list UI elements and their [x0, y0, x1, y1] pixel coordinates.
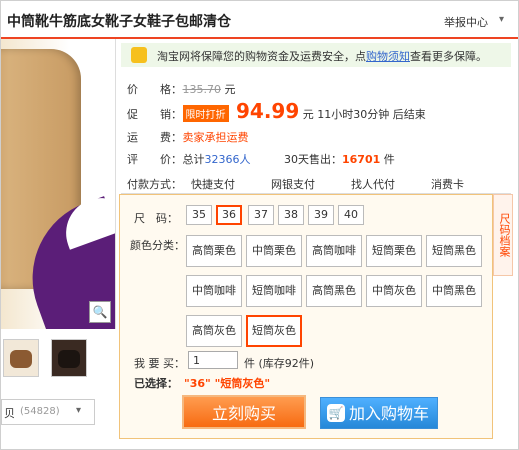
color-option-selected[interactable]: 短筒灰色 [246, 315, 302, 347]
guarantee-prefix: 淘宝网将保障您的购物资金及运费安全，点 [157, 50, 366, 63]
price-row: 价 格： 135.70 元 [127, 81, 236, 97]
reviews-count[interactable]: 32366人 [205, 153, 251, 166]
thumbnail[interactable] [3, 339, 39, 377]
chevron-down-icon: ▾ [76, 405, 82, 416]
size-option[interactable]: 39 [308, 205, 334, 225]
reviews-label: 评 价： [127, 153, 182, 166]
size-option[interactable]: 37 [248, 205, 274, 225]
reviews-row: 评 价： 总计32366人 30天售出：16701 件 [127, 151, 395, 167]
price-label: 价 格： [127, 83, 182, 96]
color-label: 颜色分类： [130, 239, 185, 252]
color-option[interactable]: 高筒栗色 [186, 235, 242, 267]
size-option-selected[interactable]: 36 [216, 205, 242, 225]
payment-option[interactable]: 找人代付 [351, 176, 395, 192]
thumbnail-image [58, 350, 80, 368]
guarantee-suffix: 查看更多保障。 [410, 50, 487, 63]
promo-badge: 限时打折 [182, 105, 229, 122]
promo-price: 94.99 [236, 99, 300, 123]
size-label: 尺 码： [134, 212, 178, 225]
purchase-notice-link[interactable]: 购物须知 [366, 50, 410, 63]
color-option[interactable]: 高筒咖啡 [306, 235, 362, 267]
thumbnail-image [10, 350, 32, 368]
buy-now-button[interactable]: 立刻购买 [182, 395, 306, 429]
price-currency: 元 [224, 83, 236, 96]
sold-count: 16701 [342, 153, 381, 166]
favorites-dropdown[interactable]: 贝 (54828) ▾ [1, 399, 95, 425]
guarantee-banner: 淘宝网将保障您的购物资金及运费安全，点购物须知查看更多保障。 [121, 43, 511, 67]
cart-label: 加入购物车 [349, 404, 430, 423]
favorites-count: (54828) [20, 406, 60, 417]
size-option[interactable]: 40 [338, 205, 364, 225]
color-option[interactable]: 高筒灰色 [186, 315, 242, 347]
size-guide-tab[interactable]: 尺码档案 [493, 194, 513, 276]
thumbnail-strip [1, 339, 115, 383]
promo-currency: 元 [302, 108, 314, 121]
favorites-label: 贝 [4, 407, 15, 420]
product-gallery: 🔍 [1, 39, 116, 329]
shipping-row: 运 费： 卖家承担运费 [127, 129, 249, 145]
payment-option[interactable]: 网银支付 [271, 176, 315, 192]
product-page: 中筒靴牛筋底女靴子女鞋子包邮清仓 举报中心 ▾ 🔍 贝 (54828) ▾ 淘宝… [0, 0, 519, 450]
payment-option[interactable]: 快捷支付 [191, 176, 235, 192]
original-price: 135.70 [182, 83, 222, 96]
sku-selector: 尺 码： 35 36 37 38 39 40 颜色分类： 高筒栗色 中筒栗色 高… [119, 194, 493, 439]
promo-timer: 11小时30分钟 [317, 108, 390, 121]
report-center-link[interactable]: 举报中心 [444, 14, 488, 30]
thumbnail[interactable] [51, 339, 87, 377]
stock-text: 件 (库存92件) [244, 357, 315, 370]
chosen-label: 已选择： [134, 377, 178, 390]
color-option[interactable]: 短筒黑色 [426, 235, 482, 267]
chosen-value: "36" "短筒灰色" [184, 377, 271, 390]
shield-icon [131, 47, 147, 63]
quantity-input[interactable]: 1 [188, 351, 238, 369]
size-option[interactable]: 38 [278, 205, 304, 225]
cart-icon: 🛒 [327, 404, 345, 422]
promo-row: 促 销： 限时打折 94.99 元 11小时30分钟 后结束 [127, 99, 426, 123]
color-option[interactable]: 中筒栗色 [246, 235, 302, 267]
shipping-value: 卖家承担运费 [182, 131, 249, 144]
color-option[interactable]: 高筒黑色 [306, 275, 362, 307]
color-option[interactable]: 短筒咖啡 [246, 275, 302, 307]
payment-label: 付款方式： [127, 178, 182, 191]
reviews-prefix: 总计 [182, 153, 205, 166]
size-option[interactable]: 35 [186, 205, 212, 225]
payment-option[interactable]: 消费卡 [431, 176, 464, 192]
zoom-icon[interactable]: 🔍 [89, 301, 111, 323]
payment-tabs: 付款方式： 快捷支付 网银支付 找人代付 消费卡 [121, 173, 511, 194]
guarantee-text: 淘宝网将保障您的购物资金及运费安全，点购物须知查看更多保障。 [157, 48, 487, 64]
sold-label: 30天售出： [284, 153, 342, 166]
color-option[interactable]: 中筒黑色 [426, 275, 482, 307]
sold-unit: 件 [383, 153, 395, 166]
top-bar: 中筒靴牛筋底女靴子女鞋子包邮清仓 举报中心 ▾ [1, 1, 518, 37]
add-to-cart-button[interactable]: 🛒 加入购物车 [320, 397, 438, 429]
color-option[interactable]: 中筒灰色 [366, 275, 422, 307]
chevron-down-icon[interactable]: ▾ [499, 14, 504, 25]
promo-after: 后结束 [392, 108, 426, 121]
color-option[interactable]: 短筒栗色 [366, 235, 422, 267]
page-title: 中筒靴牛筋底女靴子女鞋子包邮清仓 [7, 14, 231, 30]
shipping-label: 运 费： [127, 131, 182, 144]
promo-label: 促 销： [127, 108, 182, 121]
color-option[interactable]: 中筒咖啡 [186, 275, 242, 307]
quantity-label: 我 要 买： [134, 357, 185, 370]
